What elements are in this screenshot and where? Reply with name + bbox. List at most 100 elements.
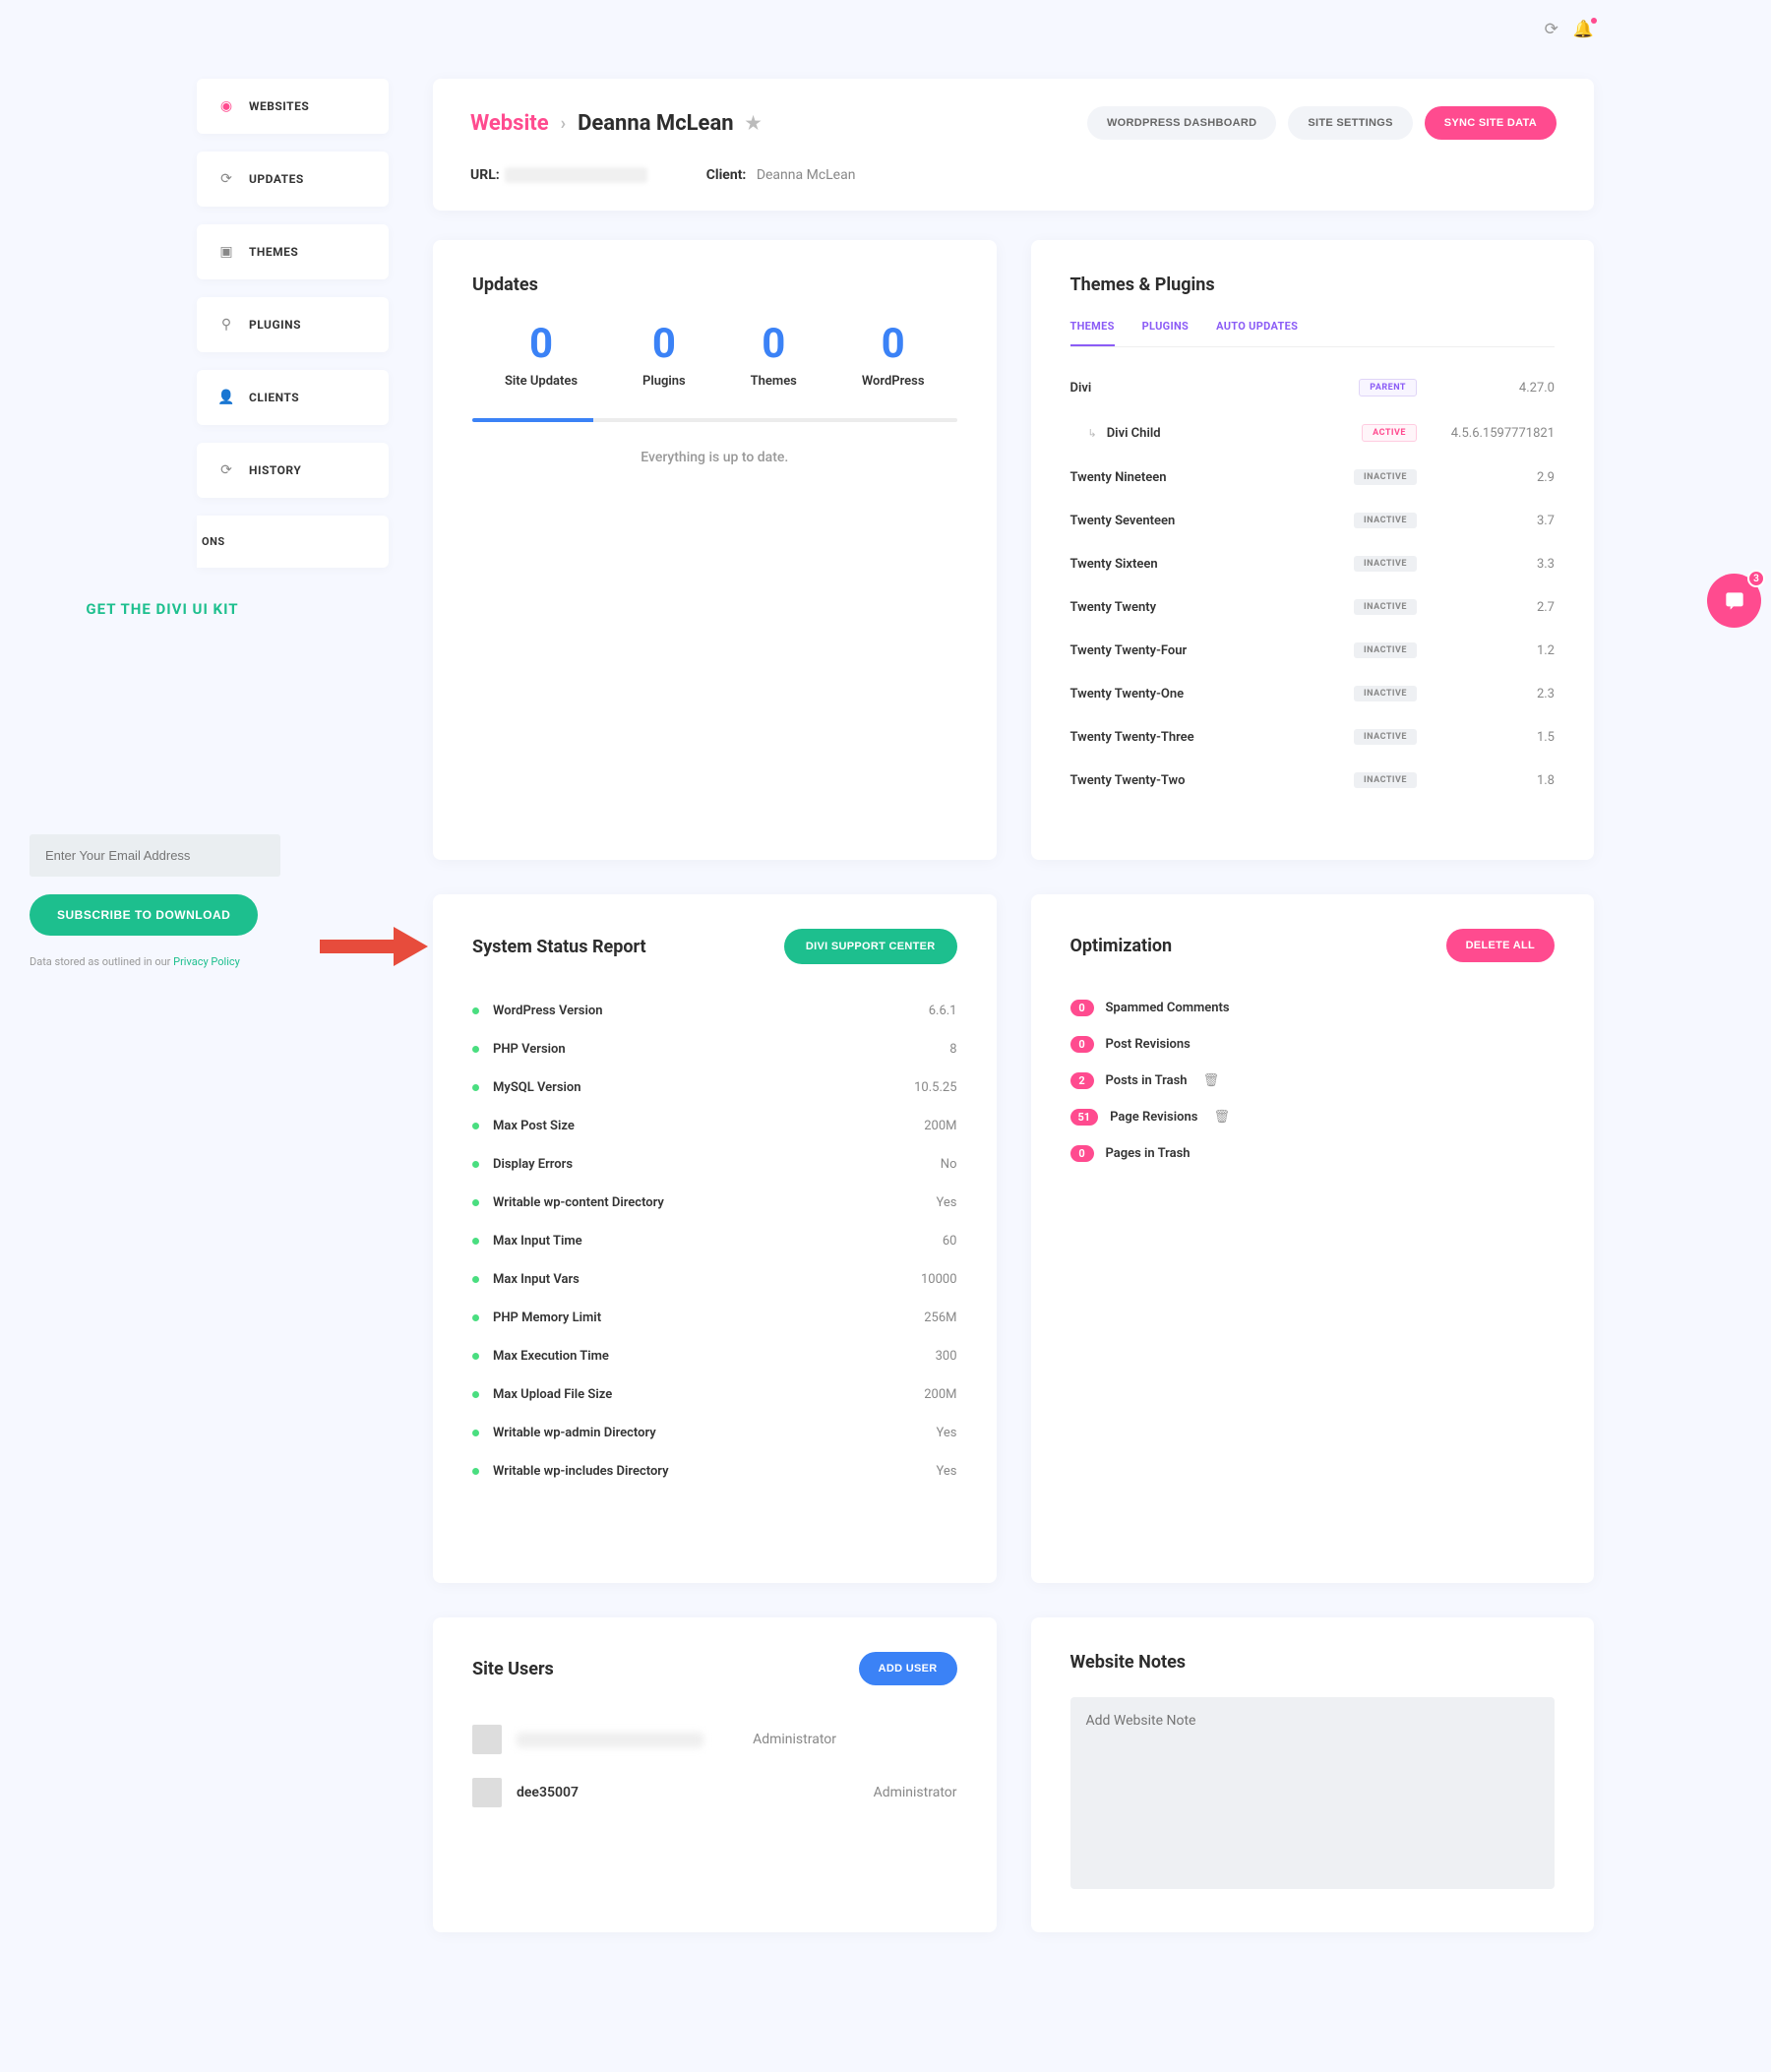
status-name: Max Post Size [493,1119,924,1133]
policy-text: Data stored as outlined in our Privacy P… [30,955,295,968]
status-value: Yes [937,1464,957,1479]
status-name: Max Execution Time [493,1349,936,1364]
theme-name: Twenty Seventeen [1070,514,1355,528]
status-name: WordPress Version [493,1004,929,1018]
theme-version: 1.2 [1446,643,1555,658]
sidebar-item-websites[interactable]: ◉ WEBSITES [197,79,389,134]
status-name: Writable wp-admin Directory [493,1426,937,1440]
sidebar-item-clients[interactable]: 👤 CLIENTS [197,370,389,425]
status-value: 300 [936,1349,957,1364]
add-user-button[interactable]: ADD USER [859,1652,957,1685]
status-name: Display Errors [493,1157,941,1172]
updates-status-text: Everything is up to date. [472,450,957,465]
system-status-card: System Status Report DIVI SUPPORT CENTER… [433,894,997,1583]
status-value: 6.6.1 [929,1004,957,1018]
status-value: 10.5.25 [914,1080,956,1095]
status-name: PHP Memory Limit [493,1310,924,1325]
sidebar-item-history[interactable]: ⟳HISTORY [197,443,389,498]
status-badge: INACTIVE [1354,469,1417,485]
opt-label: Post Revisions [1106,1037,1191,1052]
sidebar-item-label: CLIENTS [249,391,299,404]
notes-input[interactable] [1070,1697,1556,1889]
trash-icon[interactable]: 🗑 [1203,1073,1220,1088]
breadcrumb-root[interactable]: Website [470,111,549,136]
globe-icon: ◉ [218,98,234,114]
stat-number: 0 [862,320,925,368]
theme-version: 1.5 [1446,730,1555,745]
status-value: 256M [924,1310,956,1325]
opt-count-badge: 51 [1070,1109,1099,1126]
site-settings-button[interactable]: SITE SETTINGS [1288,106,1412,140]
opt-label: Page Revisions [1110,1110,1197,1125]
user-row[interactable]: dee35007Administrator [472,1766,957,1819]
sidebar-item-plugins[interactable]: ⚲PLUGINS [197,297,389,352]
intercom-badge: 3 [1747,570,1765,587]
status-row: Max Post Size200M [472,1107,957,1145]
status-value: 10000 [921,1272,957,1287]
policy-link[interactable]: Privacy Policy [173,955,240,968]
client-label: Client: [706,167,747,183]
user-row[interactable]: Administrator [472,1713,957,1766]
update-stat: 0Site Updates [505,320,578,389]
avatar [472,1725,502,1754]
status-badge: INACTIVE [1354,556,1417,572]
theme-row[interactable]: Twenty Twenty-FourINACTIVE1.2 [1070,629,1556,672]
tab-auto-updates[interactable]: AUTO UPDATES [1216,320,1298,346]
url-value-redacted [505,167,647,183]
sidebar-item-updates[interactable]: ⟳UPDATES [197,152,389,207]
theme-row[interactable]: Twenty Twenty-OneINACTIVE2.3 [1070,672,1556,715]
status-row: Max Execution Time300 [472,1337,957,1375]
subscribe-button[interactable]: SUBSCRIBE TO DOWNLOAD [30,894,258,936]
opt-count-badge: 0 [1070,1145,1094,1162]
status-value: Yes [937,1195,957,1210]
status-badge: ACTIVE [1362,424,1417,442]
theme-row[interactable]: Twenty TwentyINACTIVE2.7 [1070,585,1556,629]
theme-row[interactable]: ↳Divi ChildACTIVE4.5.6.1597771821 [1070,410,1556,456]
theme-version: 1.8 [1446,773,1555,788]
sidebar-item-label: THEMES [249,245,298,259]
status-name: Max Input Time [493,1234,943,1249]
intercom-launcher[interactable]: 3 [1707,574,1761,628]
theme-version: 4.27.0 [1446,381,1555,396]
status-badge: INACTIVE [1354,513,1417,528]
trash-icon[interactable]: 🗑 [1213,1110,1230,1125]
optimization-row: 0Spammed Comments [1070,990,1556,1026]
user-name: dee35007 [517,1785,824,1800]
sidebar-item-label: WEBSITES [249,99,309,113]
star-icon[interactable]: ★ [746,113,762,134]
theme-name: Twenty Twenty-Four [1070,643,1355,658]
optimization-row: 2Posts in Trash🗑 [1070,1063,1556,1099]
stat-label: Site Updates [505,374,578,389]
theme-row[interactable]: Twenty SixteenINACTIVE3.3 [1070,542,1556,585]
optimization-title: Optimization [1070,936,1173,956]
tab-plugins[interactable]: PLUGINS [1142,320,1189,346]
child-indent-icon: ↳ [1088,427,1097,440]
tab-themes[interactable]: THEMES [1070,320,1115,346]
theme-row[interactable]: Twenty SeventeenINACTIVE3.7 [1070,499,1556,542]
sidebar-item-partial[interactable]: ONS [197,516,389,568]
status-name: Writable wp-includes Directory [493,1464,937,1479]
theme-row[interactable]: Twenty Twenty-TwoINACTIVE1.8 [1070,759,1556,802]
stat-number: 0 [751,320,797,368]
status-dot-icon [472,1391,479,1398]
email-field[interactable] [30,834,280,877]
divi-support-center-button[interactable]: DIVI SUPPORT CENTER [784,929,957,964]
bell-icon[interactable]: 🔔 [1573,20,1594,39]
status-dot-icon [472,1238,479,1245]
stat-label: WordPress [862,374,925,389]
opt-count-badge: 0 [1070,1000,1094,1016]
user-icon: 👤 [218,390,234,405]
theme-row[interactable]: Twenty NineteenINACTIVE2.9 [1070,456,1556,499]
wp-dashboard-button[interactable]: WORDPRESS DASHBOARD [1087,106,1276,140]
sync-site-data-button[interactable]: SYNC SITE DATA [1425,106,1557,140]
refresh-icon[interactable]: ⟳ [1545,20,1558,39]
status-dot-icon [472,1430,479,1436]
update-stat: 0 WordPress [862,320,925,389]
site-users-card: Site Users ADD USER Administratordee3500… [433,1617,997,1932]
theme-row[interactable]: Twenty Twenty-ThreeINACTIVE1.5 [1070,715,1556,759]
delete-all-button[interactable]: DELETE ALL [1446,929,1555,962]
sidebar-item-themes[interactable]: ▣THEMES [197,224,389,279]
status-dot-icon [472,1314,479,1321]
status-name: Max Upload File Size [493,1387,924,1402]
theme-row[interactable]: DiviPARENT4.27.0 [1070,365,1556,410]
